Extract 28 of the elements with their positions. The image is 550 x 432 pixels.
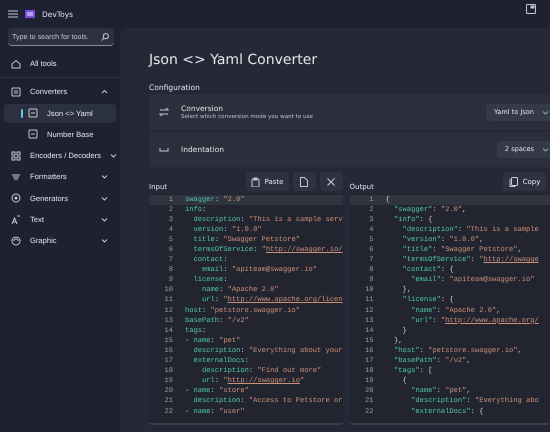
chevron-down-icon — [101, 174, 108, 180]
chevron-down-icon — [101, 217, 108, 222]
swap-icon — [159, 107, 169, 117]
search-icon — [101, 33, 109, 41]
document-icon — [28, 129, 38, 140]
compact-overlay-icon — [526, 4, 536, 14]
lines-icon — [11, 172, 21, 182]
page-title: Json <> Yaml Converter — [149, 52, 318, 70]
chevron-down-icon — [101, 238, 108, 244]
clipboard-icon — [250, 176, 261, 186]
code-editor[interactable] — [350, 194, 550, 424]
home-icon — [11, 58, 21, 68]
document-icon — [28, 108, 38, 118]
chevron-down-icon — [110, 153, 117, 158]
chevron-down-icon — [542, 110, 549, 114]
close-icon — [326, 176, 336, 186]
chevron-up-icon — [101, 89, 108, 94]
clear-button[interactable] — [320, 172, 343, 191]
grid-icon — [11, 150, 21, 161]
copy-icon — [508, 176, 519, 186]
open-button[interactable] — [292, 172, 316, 191]
app-logo-icon — [25, 10, 35, 18]
file-icon — [299, 176, 310, 186]
font-icon — [11, 214, 21, 225]
menu-icon — [8, 10, 18, 18]
chevron-down-icon — [542, 146, 549, 152]
code-editor[interactable] — [149, 194, 343, 424]
chevron-down-icon — [101, 196, 108, 201]
